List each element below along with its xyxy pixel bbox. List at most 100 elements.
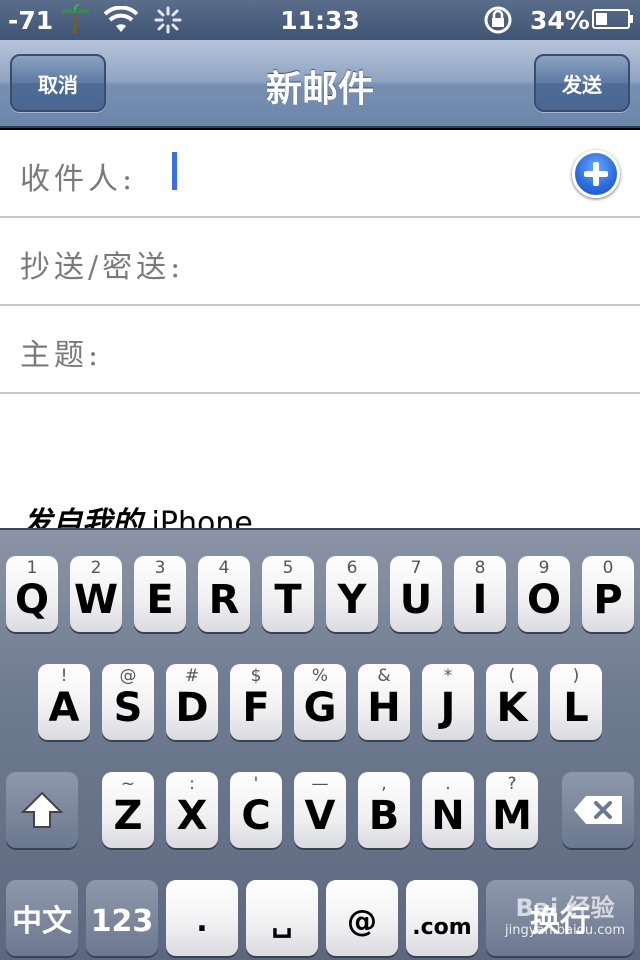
key-alt-label: ? bbox=[507, 774, 517, 794]
key-a[interactable]: ! A bbox=[38, 664, 90, 740]
shift-key[interactable] bbox=[6, 772, 78, 848]
key-alt-label: @ bbox=[119, 666, 137, 686]
add-contact-button[interactable] bbox=[572, 150, 620, 198]
key-j[interactable]: * J bbox=[422, 664, 474, 740]
key-v[interactable]: — V bbox=[294, 772, 346, 848]
key-alt-label: ) bbox=[572, 666, 580, 686]
key-main-label: W bbox=[73, 577, 119, 623]
key-main-label: A bbox=[48, 685, 80, 731]
key-q[interactable]: 1Q bbox=[6, 556, 58, 632]
key-main-label: P bbox=[593, 577, 623, 623]
key-alt-label: 5 bbox=[282, 558, 294, 578]
key-main-label: F bbox=[242, 685, 270, 731]
key-alt-label: . bbox=[445, 774, 451, 794]
key-alt-label: 8 bbox=[474, 558, 486, 578]
key-alt-label: ' bbox=[253, 774, 259, 794]
dot-com-key[interactable]: .com bbox=[406, 880, 478, 956]
key-p[interactable]: 0P bbox=[582, 556, 634, 632]
to-field[interactable]: 收件人: bbox=[0, 130, 640, 218]
status-bar: -71 11:33 34% bbox=[0, 0, 640, 40]
send-button[interactable]: 发送 bbox=[534, 54, 630, 112]
key-e[interactable]: 3E bbox=[134, 556, 186, 632]
watermark-url: jingyan.baidu.com bbox=[505, 923, 625, 938]
key-g[interactable]: % G bbox=[294, 664, 346, 740]
key-t[interactable]: 5T bbox=[262, 556, 314, 632]
key-s[interactable]: @ S bbox=[102, 664, 154, 740]
key-r[interactable]: 4R bbox=[198, 556, 250, 632]
key-f[interactable]: $ F bbox=[230, 664, 282, 740]
battery-icon bbox=[592, 9, 633, 29]
key-h[interactable]: & H bbox=[358, 664, 410, 740]
key-alt-label: 4 bbox=[218, 558, 230, 578]
space-key[interactable]: ␣ bbox=[246, 880, 318, 956]
key-main-label: T bbox=[274, 577, 302, 623]
period-key[interactable]: . bbox=[166, 880, 238, 956]
language-switch-key[interactable]: 中文 bbox=[6, 880, 78, 956]
subject-field[interactable]: 主题: bbox=[0, 306, 640, 394]
key-main-label: K bbox=[496, 685, 528, 731]
key-m[interactable]: ? M bbox=[486, 772, 538, 848]
key-z[interactable]: ~ Z bbox=[102, 772, 154, 848]
battery-percent: 34% bbox=[530, 6, 590, 35]
rotation-lock-icon bbox=[484, 6, 512, 34]
text-cursor bbox=[172, 152, 177, 190]
key-alt-label: — bbox=[311, 774, 329, 794]
key-c[interactable]: ' C bbox=[230, 772, 282, 848]
to-label: 收件人: bbox=[20, 162, 137, 197]
key-main-label: V bbox=[304, 793, 336, 839]
key-main-label: S bbox=[113, 685, 143, 731]
key-b[interactable]: ,B bbox=[358, 772, 410, 848]
key-main-label: E bbox=[146, 577, 174, 623]
delete-key[interactable] bbox=[562, 772, 634, 848]
key-d[interactable]: # D bbox=[166, 664, 218, 740]
key-main-label: D bbox=[175, 685, 209, 731]
key-alt-label: 1 bbox=[26, 558, 38, 578]
key-k[interactable]: (K bbox=[486, 664, 538, 740]
key-l[interactable]: ) L bbox=[550, 664, 602, 740]
key-alt-label: ( bbox=[508, 666, 516, 686]
key-alt-label: ! bbox=[60, 666, 68, 686]
key-main-label: M bbox=[492, 793, 532, 839]
compose-form: 收件人: 抄送/密送: 主题: 发自我的 iPhone bbox=[0, 130, 640, 541]
shift-arrow-icon bbox=[20, 791, 64, 828]
key-alt-label: % bbox=[311, 666, 329, 686]
key-alt-label: & bbox=[377, 666, 391, 686]
key-main-label: L bbox=[563, 685, 589, 731]
key-main-label: J bbox=[440, 685, 456, 731]
key-alt-label: 7 bbox=[410, 558, 422, 578]
key-alt-label: , bbox=[381, 774, 387, 794]
key-main-label: O bbox=[526, 577, 561, 623]
key-x[interactable]: :X bbox=[166, 772, 218, 848]
key-alt-label: # bbox=[184, 666, 200, 686]
key-y[interactable]: 6Y bbox=[326, 556, 378, 632]
cc-bcc-field[interactable]: 抄送/密送: bbox=[0, 218, 640, 306]
key-main-label: X bbox=[176, 793, 208, 839]
key-main-label: U bbox=[399, 577, 433, 623]
at-key[interactable]: @ bbox=[326, 880, 398, 956]
key-w[interactable]: 2W bbox=[70, 556, 122, 632]
key-main-label: N bbox=[431, 793, 465, 839]
key-alt-label: ~ bbox=[120, 774, 136, 794]
key-alt-label: 3 bbox=[154, 558, 166, 578]
nav-bar: 取消 新邮件 发送 bbox=[0, 40, 640, 128]
key-main-label: G bbox=[303, 685, 337, 731]
numbers-key[interactable]: 123 bbox=[86, 880, 158, 956]
key-alt-label: 9 bbox=[538, 558, 550, 578]
key-main-label: I bbox=[472, 577, 488, 623]
key-o[interactable]: 9O bbox=[518, 556, 570, 632]
backspace-icon bbox=[574, 796, 622, 824]
watermark: Bai 经验 jingyan.baidu.com bbox=[490, 888, 640, 958]
key-i[interactable]: 8I bbox=[454, 556, 506, 632]
cc-bcc-label: 抄送/密送: bbox=[20, 250, 185, 285]
key-alt-label: 0 bbox=[602, 558, 614, 578]
key-u[interactable]: 7U bbox=[390, 556, 442, 632]
key-alt-label: 2 bbox=[90, 558, 102, 578]
baidu-logo: Bai 经验 bbox=[515, 894, 615, 922]
key-main-label: Y bbox=[337, 577, 367, 623]
key-main-label: Z bbox=[113, 793, 143, 839]
key-main-label: C bbox=[241, 793, 271, 839]
key-main-label: R bbox=[208, 577, 240, 623]
key-alt-label: : bbox=[189, 774, 195, 794]
key-n[interactable]: .N bbox=[422, 772, 474, 848]
subject-label: 主题: bbox=[20, 338, 103, 373]
